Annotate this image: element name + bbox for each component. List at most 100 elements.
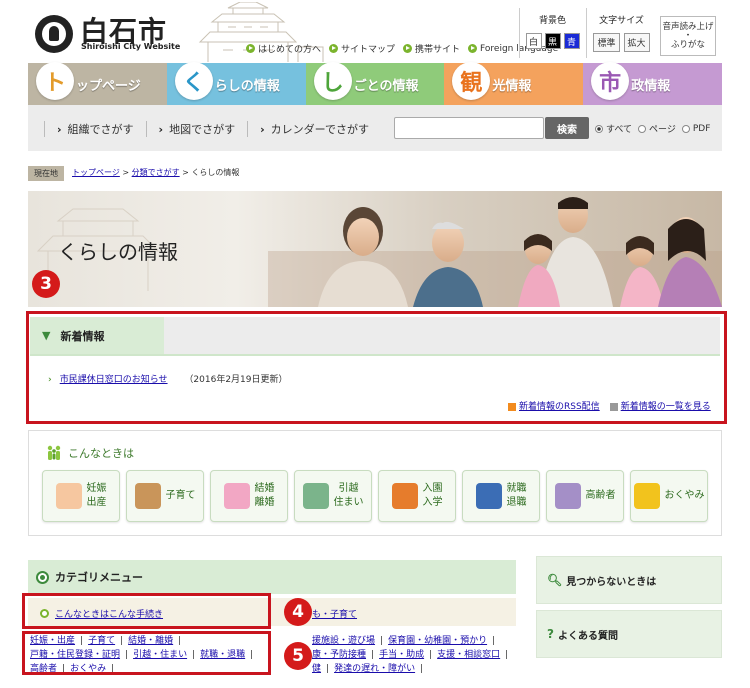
link-separator: | xyxy=(492,636,496,646)
nav-initial: し xyxy=(313,62,352,100)
castle-illustration xyxy=(178,2,328,65)
pregnancy-icon xyxy=(55,483,82,509)
scope-pdf-radio[interactable]: PDF xyxy=(681,122,710,135)
nav-work-info[interactable]: し ごとの情報 xyxy=(305,62,445,105)
header-top-links: はじめての方へ サイトマップ 携帯サイト Foreign language xyxy=(246,42,558,55)
category-link[interactable]: 保育園・幼稚園・預かり xyxy=(388,636,487,646)
font-size-standard-button[interactable]: 標準 xyxy=(593,33,620,52)
nav-top-page[interactable]: ト ップページ xyxy=(28,62,167,105)
life-event-tile-employment[interactable]: 就職 退職 xyxy=(462,470,540,522)
nav-initial: 市 xyxy=(591,62,630,100)
search-icon: 🔍︎ xyxy=(547,573,563,587)
bg-color-blue-button[interactable]: 青 xyxy=(563,33,580,49)
life-event-tile-condolence[interactable]: おくやみ xyxy=(630,470,708,522)
category-link[interactable]: 健 xyxy=(312,664,321,674)
link-separator: | xyxy=(420,664,424,674)
chevron-right-icon: › xyxy=(57,122,62,136)
font-size-label: 文字サイズ xyxy=(599,16,644,26)
elderly-icon xyxy=(554,483,581,509)
life-event-tile-childcare[interactable]: 子育て xyxy=(126,470,204,522)
arrow-circle-icon xyxy=(329,44,339,53)
radio-selected-icon xyxy=(595,124,603,133)
bg-color-white-button[interactable]: 白 xyxy=(525,33,542,49)
link-separator: | xyxy=(326,664,330,674)
life-event-tile-school[interactable]: 入園 入学 xyxy=(378,470,456,522)
city-logo-icon[interactable] xyxy=(35,15,73,53)
life-event-tile-pregnancy[interactable]: 妊娠 出産 xyxy=(42,470,120,522)
chevron-right-icon: › xyxy=(158,122,164,136)
search-by-map-link[interactable]: › 地図でさがす xyxy=(145,121,248,137)
link-separator: | xyxy=(380,636,384,646)
nav-initial: ト xyxy=(36,62,74,100)
life-event-tile-moving[interactable]: 引越 住まい xyxy=(294,470,372,522)
font-size-enlarge-button[interactable]: 拡大 xyxy=(623,33,650,52)
radio-icon xyxy=(681,124,690,133)
marriage-icon xyxy=(223,483,250,509)
bg-color-black-button[interactable]: 黒 xyxy=(544,33,561,49)
arrow-circle-icon xyxy=(403,44,413,53)
category-links-right-row1: 援施設・遊び場 | 保育園・幼稚園・預かり | xyxy=(312,634,500,648)
global-nav: ト ップページ く らしの情報 し ごとの情報 観 光情報 市 政情報 xyxy=(28,62,722,105)
target-icon xyxy=(36,570,49,584)
category-links-right-row3: 健 | 発達の遅れ・障がい | xyxy=(312,662,428,676)
marker-5: 5 xyxy=(284,642,312,670)
breadcrumb-current: くらしの情報 xyxy=(191,168,240,177)
link-separator: | xyxy=(505,650,509,660)
nav-initial: く xyxy=(174,62,213,100)
scope-page-radio[interactable]: ページ xyxy=(638,122,676,135)
search-scope-radios: すべて ページ PDF xyxy=(595,122,710,135)
link-sitemap[interactable]: サイトマップ xyxy=(329,42,395,55)
nav-city-government-info[interactable]: 市 政情報 xyxy=(583,62,722,105)
category-menu-header: カテゴリメニュー xyxy=(28,560,516,594)
search-input[interactable] xyxy=(394,117,544,139)
link-separator: | xyxy=(429,650,433,660)
breadcrumb-top-page-link[interactable]: トップページ xyxy=(72,168,120,177)
marker-3: 3 xyxy=(32,270,60,298)
not-found-button[interactable]: 🔍︎ 見つからないときは xyxy=(536,556,722,604)
category-link[interactable]: 康・予防接種 xyxy=(312,650,366,660)
moving-icon xyxy=(302,483,329,509)
link-mobile-site[interactable]: 携帯サイト xyxy=(403,42,460,55)
life-event-tile-marriage[interactable]: 結婚 離婚 xyxy=(210,470,288,522)
font-size-panel: 文字サイズ 標準 拡大 xyxy=(586,8,656,58)
category-link[interactable]: 手当・助成 xyxy=(379,650,424,660)
arrow-circle-icon xyxy=(246,44,255,53)
site-subtitle: Shiroishi City Website xyxy=(81,42,181,51)
link-first-visit[interactable]: はじめての方へ xyxy=(246,42,321,55)
annotation-frame-3 xyxy=(26,311,727,424)
search-button[interactable]: 検索 xyxy=(545,117,589,139)
annotation-frame-5 xyxy=(22,631,271,675)
life-events-tiles: 妊娠 出産 子育て 結婚 離婚 引越 住まい 入園 入学 就職 退職 高齢者 おくやみ xyxy=(42,470,708,522)
life-event-tile-elderly[interactable]: 高齢者 xyxy=(546,470,624,522)
bg-color-panel: 背景色 白 黒 青 xyxy=(519,8,585,58)
faq-button[interactable]: ? よくある質問 xyxy=(536,610,722,658)
category-link[interactable]: 支援・相談窓口 xyxy=(437,650,500,660)
link-separator: | xyxy=(371,650,375,660)
employment-icon xyxy=(475,483,502,509)
chevron-right-icon: › xyxy=(260,122,265,136)
breadcrumb-label: 現在地 xyxy=(28,166,64,181)
arrow-circle-icon xyxy=(468,44,478,53)
breadcrumb: トップページ > 分類でさがす > くらしの情報 xyxy=(72,168,240,177)
question-icon: ? xyxy=(547,627,554,641)
condolence-icon xyxy=(633,483,660,509)
marker-4: 4 xyxy=(284,598,312,626)
category-childcare-item[interactable]: も・子育て xyxy=(312,607,357,620)
annotation-frame-4 xyxy=(22,593,271,629)
search-by-organization-link[interactable]: › 組織でさがす xyxy=(44,121,146,137)
search-links: › 組織でさがす › 地図でさがす › カレンダーでさがす xyxy=(44,121,381,137)
search-by-calendar-link[interactable]: › カレンダーでさがす xyxy=(247,121,381,137)
breadcrumb-category-link[interactable]: 分類でさがす xyxy=(132,168,180,177)
nav-tourism-info[interactable]: 観 光情報 xyxy=(444,62,584,105)
category-link[interactable]: 発達の遅れ・障がい xyxy=(334,664,415,674)
childcare-icon xyxy=(134,483,161,509)
scope-all-radio[interactable]: すべて xyxy=(595,122,632,135)
nav-living-info[interactable]: く らしの情報 xyxy=(166,62,306,105)
page-title: くらしの情報 xyxy=(58,240,178,264)
category-links-right-row2: 康・予防接種 | 手当・助成 | 支援・相談窓口 | xyxy=(312,648,513,662)
nav-initial: 観 xyxy=(452,62,491,100)
life-events-title: こんなときは xyxy=(46,445,134,461)
voice-furigana-button[interactable]: 音声読み上げ ・ ふりがな xyxy=(660,16,716,56)
category-link[interactable]: 援施設・遊び場 xyxy=(312,636,375,646)
radio-icon xyxy=(638,124,647,133)
